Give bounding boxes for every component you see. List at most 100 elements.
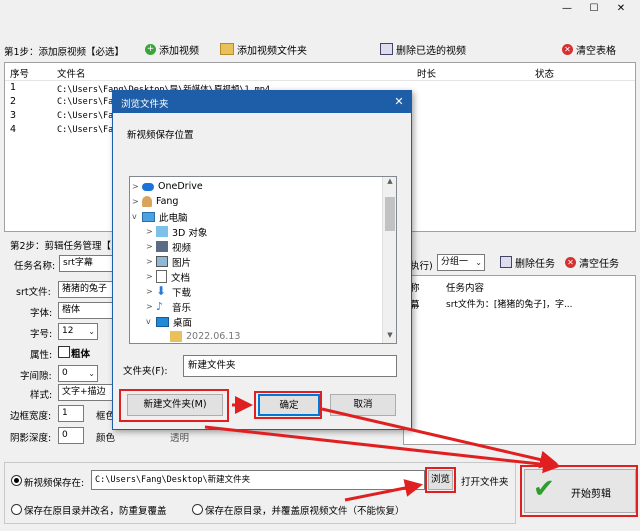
font-label: 字体: (30, 308, 53, 319)
save-to-label: 新视频保存在: (24, 478, 85, 489)
spacing-select[interactable]: 0 ⌄ (58, 365, 98, 382)
folder-tree[interactable]: ▲ ▼ > OneDrive > Fang v 此电脑 >3D 对象 > 视频 > 图片 … (129, 176, 397, 344)
annotation-box-start (520, 465, 638, 517)
rename-radio[interactable] (11, 504, 22, 515)
maximize-button[interactable]: ☐ (586, 3, 602, 19)
srt-input[interactable]: 猪猪的兔子 (58, 281, 113, 298)
col-duration[interactable]: 时长 (417, 66, 436, 80)
overwrite-option-label: 保存在原目录，并覆盖原视频文件（不能恢复） (205, 506, 405, 517)
browse-folder-dialog: 浏览文件夹 ✕ 新视频保存位置 ▲ ▼ > OneDrive > Fang v 此电脑… (112, 90, 412, 430)
size-label: 字号: (30, 329, 53, 340)
collapse-icon: v (146, 317, 151, 326)
overwrite-radio[interactable] (192, 504, 203, 515)
chevron-down-icon: ⌄ (88, 327, 95, 336)
step2-label: 第2步：剪辑任务管理【 (10, 241, 112, 252)
group-select[interactable]: 分组一 ⌄ (437, 254, 485, 271)
expand-icon: > (146, 287, 153, 296)
tree-item-onedrive[interactable]: > OneDrive (132, 179, 203, 194)
folder-name-input[interactable]: 新建文件夹 (183, 355, 397, 377)
clear-icon: ✕ (562, 43, 573, 55)
clear-icon: ✕ (565, 256, 576, 268)
col-filename[interactable]: 文件名 (57, 66, 86, 80)
col-index[interactable]: 序号 (10, 66, 29, 80)
user-icon (142, 196, 152, 207)
style-label: 样式: (30, 390, 53, 401)
close-button[interactable]: ✕ (613, 3, 629, 19)
music-icon: ♪ (156, 300, 164, 313)
desktop-icon (156, 316, 169, 327)
collapse-icon: v (132, 212, 137, 221)
bold-label: 粗体 (71, 349, 91, 360)
tree-item-documents[interactable]: > 文档 (146, 269, 190, 284)
delete-task-button[interactable]: 删除任务 (500, 253, 555, 271)
exec-label: 执行) (410, 261, 433, 272)
tree-item-folder-2022[interactable]: 2022.06.13 (160, 329, 240, 343)
add-video-button[interactable]: + 添加视频 (145, 40, 199, 58)
task-name-label: 任务名称: (14, 261, 56, 272)
task-table[interactable]: 称 任务内容 幕 srt文件为：[猪猪的兔子]，字... (403, 275, 636, 445)
shadow-select[interactable]: 0 (58, 427, 84, 444)
clear-table-button[interactable]: ✕ 清空表格 (562, 40, 616, 58)
expand-icon: > (146, 272, 153, 281)
save-to-radio[interactable] (11, 475, 22, 486)
tree-item-fang[interactable]: > Fang (132, 194, 178, 209)
bold-checkbox[interactable] (58, 346, 70, 358)
plus-icon: + (145, 43, 156, 55)
picture-icon (156, 256, 168, 267)
tree-scrollbar[interactable]: ▲ ▼ (382, 177, 396, 343)
table-header: 序号 文件名 时长 状态 (5, 63, 635, 81)
step1-label: 第1步：添加原视频【必选】 (4, 47, 125, 58)
cancel-button[interactable]: 取消 (330, 394, 396, 416)
shadow-label: 阴影深度: (10, 433, 52, 444)
cube-icon (156, 226, 168, 237)
annotation-box-new-folder (119, 389, 229, 422)
annotation-box-browse (425, 467, 456, 493)
expand-icon: > (146, 302, 153, 311)
tree-item-pictures[interactable]: > 图片 (146, 254, 191, 269)
add-folder-button[interactable]: 添加视频文件夹 (220, 40, 307, 58)
document-icon (156, 270, 167, 283)
tree-item-videos[interactable]: > 视频 (146, 239, 191, 254)
open-folder-link[interactable]: 打开文件夹 (461, 474, 509, 488)
chevron-down-icon: ⌄ (475, 258, 482, 267)
tree-item-3d-objects[interactable]: >3D 对象 (146, 224, 207, 239)
folder-add-icon (220, 43, 234, 55)
style-select[interactable]: 文字+描边 (58, 384, 113, 401)
folder-label: 文件夹(F): (123, 366, 168, 377)
border-width-select[interactable]: 1 (58, 405, 84, 422)
clear-task-button[interactable]: ✕ 清空任务 (565, 253, 619, 271)
minimize-button[interactable]: — (559, 3, 575, 19)
scroll-up-arrow[interactable]: ▲ (383, 177, 396, 189)
tree-item-downloads[interactable]: > ⬇ 下载 (146, 284, 191, 299)
rename-option-label: 保存在原目录并改名，防重复覆盖 (24, 506, 167, 517)
delete-list-icon (380, 43, 393, 55)
attr-label: 属性: (30, 350, 53, 361)
scroll-thumb[interactable] (385, 197, 395, 231)
annotation-box-ok (254, 391, 322, 419)
folder-icon (170, 331, 182, 342)
delete-selected-button[interactable]: 删除已选的视频 (380, 40, 466, 58)
scroll-down-arrow[interactable]: ▼ (383, 331, 396, 343)
tree-item-music[interactable]: > ♪ 音乐 (146, 299, 191, 314)
tree-item-this-pc[interactable]: v 此电脑 (132, 209, 188, 224)
expand-icon: > (146, 242, 153, 251)
dialog-prompt: 新视频保存位置 (127, 130, 194, 141)
dialog-title: 浏览文件夹 (121, 99, 169, 110)
expand-icon: > (132, 182, 139, 191)
col-status[interactable]: 状态 (535, 66, 554, 80)
task-name-input[interactable]: srt字幕 (59, 255, 114, 272)
dialog-close-icon[interactable]: ✕ (391, 94, 407, 110)
font-select[interactable]: 楷体 (58, 302, 113, 319)
size-select[interactable]: 12 ⌄ (58, 323, 98, 340)
border-width-label: 边框宽度: (10, 411, 52, 422)
computer-icon (142, 211, 155, 222)
chevron-down-icon: ⌄ (88, 369, 95, 378)
video-icon (156, 241, 168, 252)
expand-icon: > (146, 227, 153, 236)
srt-label: srt文件: (16, 287, 51, 298)
download-icon: ⬇ (156, 284, 167, 298)
tree-item-desktop[interactable]: v 桌面 (146, 314, 192, 329)
delete-list-icon (500, 256, 512, 268)
spacing-label: 字间隙: (20, 371, 52, 382)
save-path-input[interactable]: C:\Users\Fang\Desktop\新建文件夹 (91, 470, 425, 490)
